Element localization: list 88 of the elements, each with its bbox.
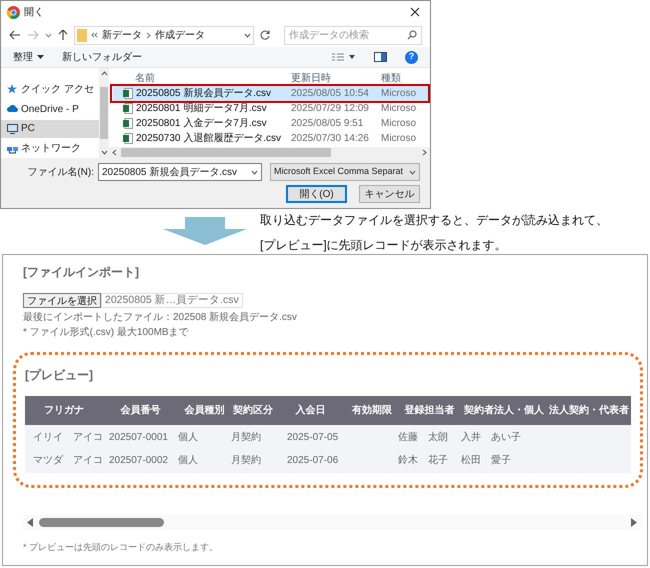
dropdown-caret-icon: [409, 170, 416, 174]
down-arrow-icon: [163, 217, 247, 245]
scroll-right-icon[interactable]: [631, 518, 637, 527]
last-import-text: 最後にインポートしたファイル：202508 新規会員データ.csv: [23, 310, 298, 325]
organize-menu[interactable]: 整理: [13, 50, 44, 64]
caption-text: 取り込むデータファイルを選択すると、データが読み込まれて、: [260, 212, 608, 229]
preview-note: * プレビューは先頭のレコードのみ表示します。: [23, 541, 220, 553]
table-cell-text: 2025-07-06: [286, 454, 340, 468]
sidebar-item[interactable]: ネットワーク: [1, 139, 99, 158]
chevron-icon: [146, 32, 151, 38]
table-cell-text: 佐藤 太朗: [398, 430, 449, 445]
file-row[interactable]: 20250801 明細データ7月.csv 2025/07/29 12:09 Microso: [113, 101, 430, 116]
table-cell-text: 入井 あい子: [461, 430, 522, 445]
file-row[interactable]: 20250730 入退館履歴データ.csv 2025/07/30 14:26 Microso: [113, 131, 430, 146]
column-header: フリガナ: [43, 404, 85, 418]
column-header[interactable]: 更新日時: [291, 70, 381, 86]
file-type-dropdown[interactable]: Microsoft Excel Comma Separat: [270, 163, 420, 181]
cloud-icon: [7, 104, 18, 114]
help-button[interactable]: ?: [405, 50, 418, 64]
chosen-file-name: 20250805 新…員データ.csv: [101, 292, 243, 308]
spreadsheet-file-icon: [123, 133, 133, 144]
table-cell-text: マツダ アイコ: [32, 454, 103, 468]
column-header: 有効期限: [350, 404, 393, 418]
section-heading: [ファイルインポート]: [23, 264, 140, 280]
field-label: ファイル名(N):: [27, 166, 94, 180]
table-cell-text: 個人: [178, 431, 199, 445]
caret-icon: [37, 55, 44, 59]
column-header: 契約区分: [232, 404, 274, 418]
dropdown-caret-icon: [251, 170, 258, 174]
file-format-note: * ファイル形式(.csv) 最大100MBまで: [23, 326, 190, 340]
scrollbar[interactable]: [109, 147, 430, 158]
dropdown-caret-icon: [244, 32, 251, 38]
table-cell-text: 個人: [178, 454, 199, 468]
path-segment[interactable]: 作成データ: [155, 28, 205, 42]
table-cell-text: 202507-0002: [108, 454, 169, 468]
table-cell-text: 月契約: [231, 430, 262, 445]
column-header: 会員種別: [184, 404, 226, 418]
back-arrow-icon[interactable]: [9, 30, 21, 40]
browser-logo-icon: [7, 6, 20, 18]
column-header[interactable]: 名前: [113, 70, 291, 86]
folder-icon: [77, 28, 87, 42]
search-icon: [407, 30, 417, 40]
column-header: 会員番号: [120, 404, 162, 418]
table-cell-text: 鈴木 花子: [398, 454, 449, 468]
scroll-up-icon[interactable]: [100, 71, 108, 76]
scrollbar[interactable]: [23, 515, 641, 530]
column-header[interactable]: 種類: [381, 70, 423, 86]
spreadsheet-file-icon: [123, 118, 133, 129]
sidebar-item[interactable]: OneDrive - P: [1, 100, 99, 118]
column-header: 法人契約・代表者: [548, 404, 630, 418]
choose-file-button[interactable]: ファイルを選択: [23, 292, 101, 308]
pc-icon: [7, 124, 18, 134]
table-cell-text: 月契約: [231, 454, 262, 468]
scrollbar[interactable]: [99, 68, 109, 158]
file-row[interactable]: 20250801 入金データ7月.csv 2025/08/05 9:51 Microso: [113, 116, 430, 131]
address-bar[interactable]: 新データ 作成データ: [74, 26, 254, 44]
cancel-button[interactable]: キャンセル: [359, 185, 420, 203]
scroll-left-icon[interactable]: [27, 518, 33, 527]
column-header: 登録担当者: [403, 404, 456, 418]
window-title: 開く: [24, 6, 44, 20]
sidebar-item[interactable]: クイック アクセ: [1, 80, 99, 99]
sidebar-item[interactable]: PC: [1, 120, 99, 138]
preview-pane-icon[interactable]: [374, 52, 387, 62]
star-icon: [7, 84, 18, 94]
column-header: 契約者法人・個人: [463, 404, 545, 418]
table-cell-text: 2025-07-05: [286, 431, 340, 445]
table-cell-text: 202507-0001: [108, 431, 169, 445]
spreadsheet-file-icon: [123, 88, 133, 99]
filename-field[interactable]: 20250805 新規会員データ.csv: [98, 163, 262, 181]
open-button[interactable]: 開く(O): [286, 185, 347, 203]
scroll-right-icon[interactable]: [422, 149, 427, 156]
refresh-icon[interactable]: [260, 30, 270, 40]
double-chevron-icon: [91, 32, 98, 38]
toolbar-button[interactable]: 新しいフォルダー: [62, 50, 142, 64]
column-header: 入会日: [294, 404, 326, 418]
scroll-left-icon[interactable]: [112, 149, 117, 156]
view-options-icon[interactable]: [332, 53, 356, 61]
dropdown-caret-icon[interactable]: [45, 32, 52, 38]
file-row[interactable]: 20250805 新規会員データ.csv 2025/08/05 10:54 Microso: [113, 86, 428, 101]
section-heading: [プレビュー]: [25, 367, 94, 383]
scroll-down-icon[interactable]: [100, 150, 108, 155]
spreadsheet-file-icon: [123, 103, 133, 114]
table-cell-text: イリイ アイコ: [32, 431, 103, 445]
path-segment[interactable]: 新データ: [102, 28, 142, 42]
caption-text: [プレビュー]に先頭レコードが表示されます。: [260, 237, 508, 254]
table-cell-text: 松田 愛子: [461, 454, 512, 468]
close-icon[interactable]: [410, 7, 420, 17]
up-arrow-icon[interactable]: [58, 29, 68, 41]
